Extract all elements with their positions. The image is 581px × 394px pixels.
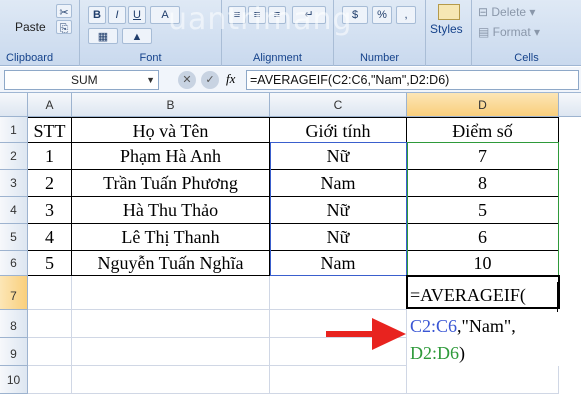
cell-d4[interactable]: 5 — [407, 197, 559, 224]
format-icon: ▤ — [478, 25, 493, 39]
cell-d1[interactable]: Điểm số — [407, 117, 559, 143]
number-label: Number — [359, 52, 400, 64]
row-header-5[interactable]: 5 — [0, 224, 28, 251]
row-header-9[interactable]: 9 — [0, 338, 28, 366]
cell-b9[interactable] — [72, 338, 270, 366]
formula-bar: SUM ▼ ✕ ✓ fx =AVERAGEIF(C2:C6,"Nam",D2:D… — [0, 67, 581, 93]
cell-d6[interactable]: 10 — [407, 251, 559, 276]
styles-label: Styles — [430, 22, 463, 36]
formula-ref-c: C2:C6 — [410, 316, 458, 336]
paste-label: Paste — [15, 20, 46, 34]
formula-edit-line-1: =AVERAGEIF( — [410, 285, 526, 306]
text-caret — [557, 282, 558, 312]
comma-style-icon[interactable]: , — [396, 6, 416, 24]
enter-icon[interactable]: ✓ — [201, 71, 219, 89]
cell-b7[interactable] — [72, 276, 270, 310]
formula-close-paren: ) — [459, 343, 465, 363]
formula-criteria: ,"Nam", — [457, 316, 516, 336]
cell-a8[interactable] — [28, 310, 72, 338]
underline-button[interactable]: U — [128, 6, 146, 24]
cell-d2[interactable]: 7 — [407, 143, 559, 170]
cell-c5[interactable]: Nữ — [270, 224, 407, 251]
cell-c7[interactable] — [270, 276, 407, 310]
fill-color-icon[interactable]: ▲ — [122, 28, 152, 44]
clipboard-label: Clipboard — [6, 52, 54, 64]
cell-a1[interactable]: STT — [28, 117, 72, 143]
cell-a10[interactable] — [28, 366, 72, 394]
cell-a7[interactable] — [28, 276, 72, 310]
column-header-b[interactable]: B — [72, 93, 270, 117]
cells-label: Cells — [514, 52, 539, 64]
font-label: Font — [139, 52, 162, 64]
paste-button[interactable]: Paste — [8, 2, 52, 46]
cancel-icon[interactable]: ✕ — [178, 71, 196, 89]
watermark-logo: uantrimang — [168, 2, 353, 37]
cell-b2[interactable]: Phạm Hà Anh — [72, 143, 270, 170]
name-box-value: SUM — [71, 73, 98, 87]
styles-icon — [438, 4, 460, 20]
row-header-2[interactable]: 2 — [0, 143, 28, 170]
italic-button[interactable]: I — [108, 6, 126, 24]
delete-button[interactable]: ⊟ Delete ▾ — [478, 5, 535, 21]
insert-function-icon[interactable]: fx — [226, 71, 235, 87]
column-header-d[interactable]: D — [407, 93, 559, 117]
chevron-down-icon[interactable]: ▼ — [146, 71, 155, 89]
cell-b8[interactable] — [72, 310, 270, 338]
cell-a4[interactable]: 3 — [28, 197, 72, 224]
cell-c4[interactable]: Nữ — [270, 197, 407, 224]
row-header-10[interactable]: 10 — [0, 366, 28, 394]
row-header-3[interactable]: 3 — [0, 170, 28, 197]
name-box[interactable]: SUM ▼ — [4, 70, 159, 90]
cell-c3[interactable]: Nam — [270, 170, 407, 197]
row-header-1[interactable]: 1 — [0, 117, 28, 143]
cut-icon[interactable]: ✂ — [56, 4, 72, 19]
row-header-7[interactable]: 7 — [0, 276, 28, 310]
formula-input[interactable]: =AVERAGEIF(C2:C6,"Nam",D2:D6) — [246, 70, 579, 90]
select-all-corner[interactable] — [0, 93, 28, 117]
column-header-filler — [559, 93, 581, 117]
cell-d5[interactable]: 6 — [407, 224, 559, 251]
cell-c1[interactable]: Giới tính — [270, 117, 407, 143]
column-header-c[interactable]: C — [270, 93, 407, 117]
copy-icon[interactable]: ⎘ — [56, 20, 72, 35]
row-header-6[interactable]: 6 — [0, 251, 28, 276]
cell-b10[interactable] — [72, 366, 270, 394]
cell-a2[interactable]: 1 — [28, 143, 72, 170]
row-header-8[interactable]: 8 — [0, 310, 28, 338]
column-header-a[interactable]: A — [28, 93, 72, 117]
format-label: Format — [492, 25, 531, 39]
cell-a3[interactable]: 2 — [28, 170, 72, 197]
cell-c2[interactable]: Nữ — [270, 143, 407, 170]
formula-edit-line-2: C2:C6,"Nam", — [410, 316, 516, 337]
cell-b4[interactable]: Hà Thu Thảo — [72, 197, 270, 224]
cell-c6[interactable]: Nam — [270, 251, 407, 276]
cell-a9[interactable] — [28, 338, 72, 366]
cell-b6[interactable]: Nguyễn Tuấn Nghĩa — [72, 251, 270, 276]
cell-b5[interactable]: Lê Thị Thanh — [72, 224, 270, 251]
clipboard-group: Paste ✂ ⎘ Clipboard — [0, 0, 80, 66]
cell-b3[interactable]: Trần Tuấn Phương — [72, 170, 270, 197]
delete-icon: ⊟ — [478, 5, 492, 19]
formula-function: =AVERAGEIF( — [410, 285, 526, 305]
cell-d10[interactable] — [407, 366, 559, 394]
ribbon: Paste ✂ ⎘ Clipboard B I U A ▦ ▲ Font ≡ ≡… — [0, 0, 581, 66]
borders-icon[interactable]: ▦ — [88, 28, 118, 44]
cell-d3[interactable]: 8 — [407, 170, 559, 197]
red-arrow-icon — [326, 318, 406, 350]
cells-group: ⊟ Delete ▾ ▤ Format ▾ Cells — [472, 0, 581, 66]
formula-edit-line-3: D2:D6) — [410, 343, 465, 364]
cell-a5[interactable]: 4 — [28, 224, 72, 251]
percent-button[interactable]: % — [372, 6, 392, 24]
cell-b1[interactable]: Họ và Tên — [72, 117, 270, 143]
delete-label: Delete — [491, 5, 527, 19]
styles-group[interactable]: Styles — [426, 0, 472, 66]
cell-a6[interactable]: 5 — [28, 251, 72, 276]
bold-button[interactable]: B — [88, 6, 106, 24]
alignment-label: Alignment — [253, 52, 302, 64]
format-button[interactable]: ▤ Format ▾ — [478, 25, 540, 41]
formula-ref-d: D2:D6 — [410, 343, 459, 363]
row-header-4[interactable]: 4 — [0, 197, 28, 224]
cell-c10[interactable] — [270, 366, 407, 394]
